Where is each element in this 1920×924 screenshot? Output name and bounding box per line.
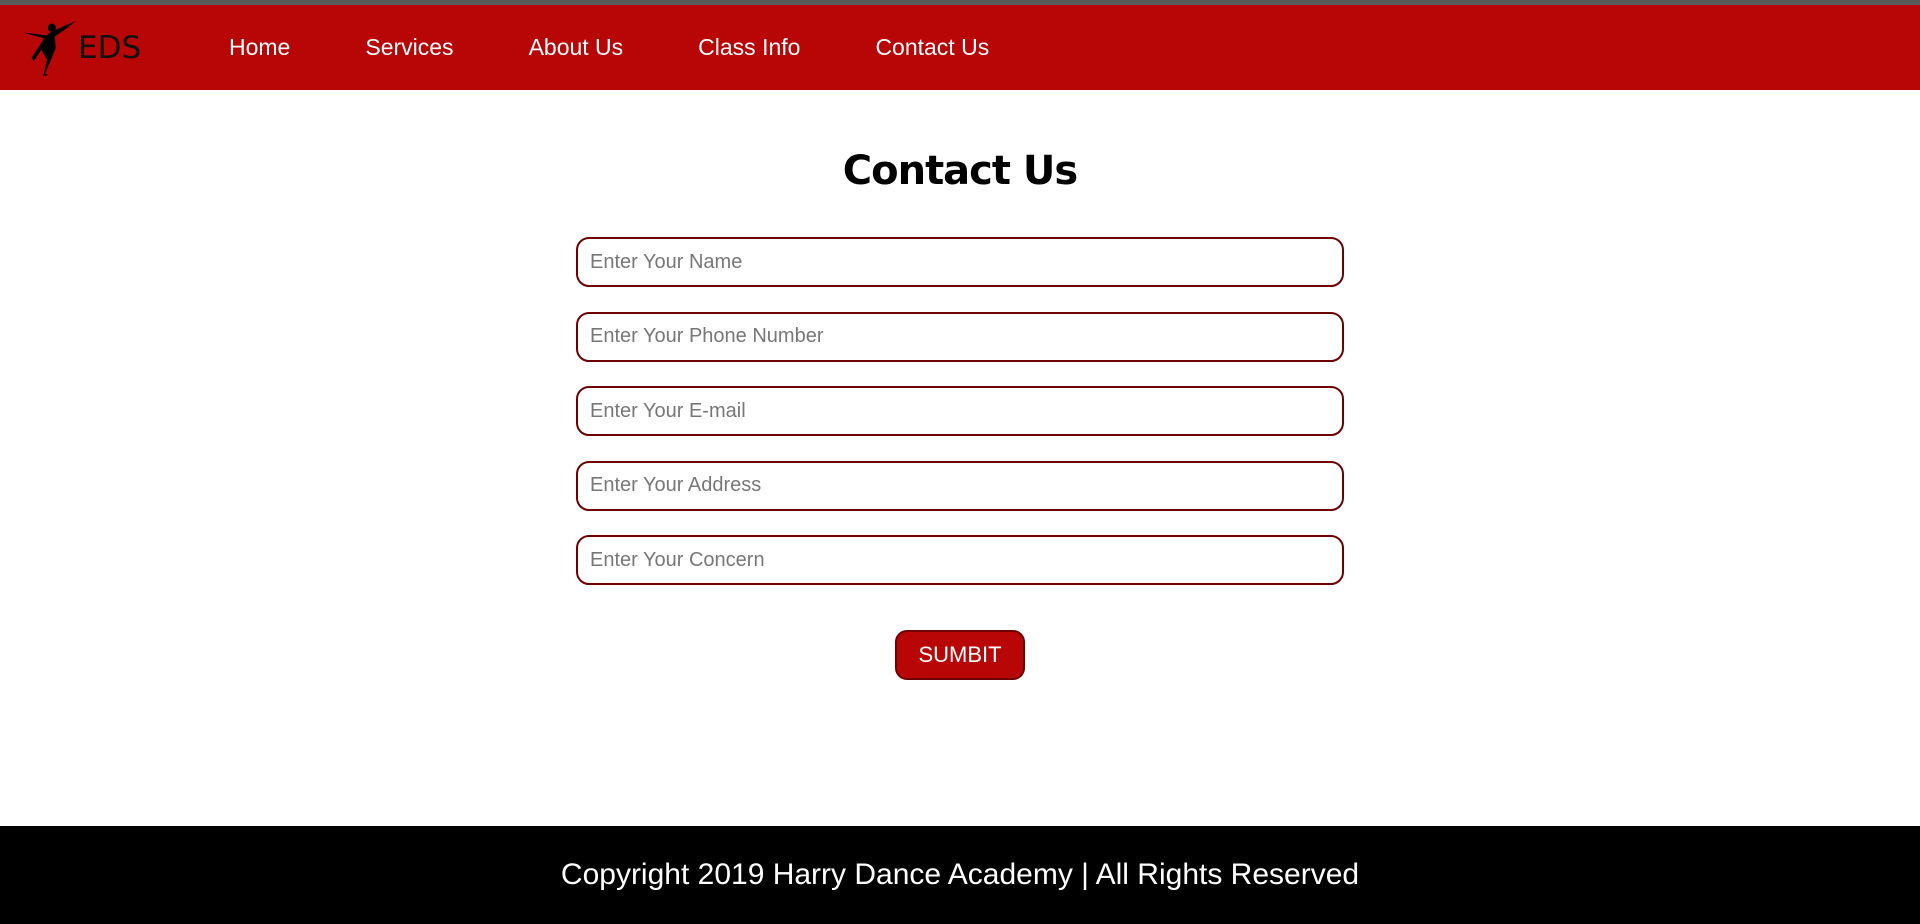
concern-input[interactable] [576,535,1344,585]
nav-contact-us[interactable]: Contact Us [875,34,989,61]
main-nav: Home Services About Us Class Info Contac… [229,34,1064,61]
email-input[interactable] [576,386,1344,436]
nav-services[interactable]: Services [365,34,453,61]
contact-section: Contact Us [0,90,1920,826]
phone-input[interactable] [576,311,1344,362]
brand-logo-link[interactable]: EDS [20,18,160,78]
brand-name: EDS [78,29,142,66]
nav-class-info[interactable]: Class Info [698,34,800,61]
address-input[interactable] [576,460,1344,511]
submit-button[interactable]: SUMBIT [895,630,1025,680]
nav-home[interactable]: Home [229,34,290,61]
name-input[interactable] [576,237,1344,287]
contact-form [576,237,1344,610]
copyright-text: Copyright 2019 Harry Dance Academy | All… [560,858,1360,891]
footer: Copyright 2019 Harry Dance Academy | All… [0,826,1920,924]
dancer-icon [22,20,77,76]
submit-container: SUMBIT [895,630,1025,680]
page-title: Contact Us [842,148,1078,194]
navbar: EDS Home Services About Us Class Info Co… [0,5,1920,90]
nav-about-us[interactable]: About Us [529,34,624,61]
